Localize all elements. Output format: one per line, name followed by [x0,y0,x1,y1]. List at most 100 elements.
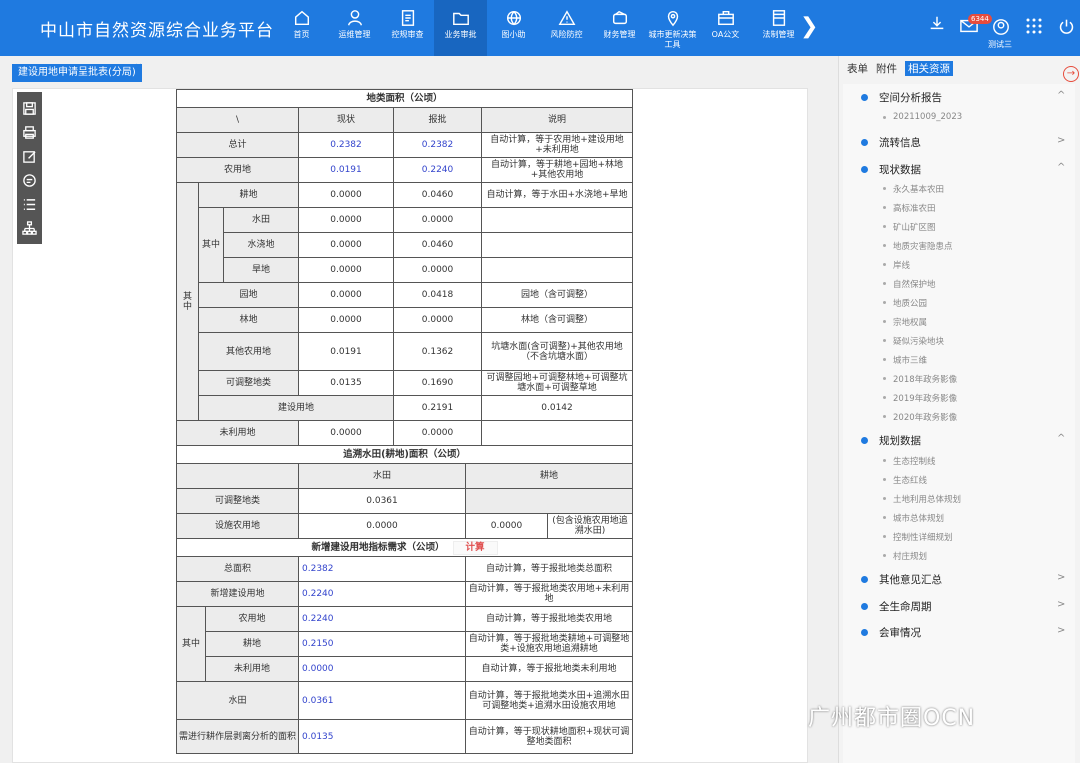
briefcase-icon [717,10,734,26]
forest-current-value[interactable]: 0.0000 [298,307,394,333]
nav-finance[interactable]: 财务管理 [593,0,646,56]
download-icon[interactable] [928,14,946,32]
dryland-note [480,257,634,283]
dryland-current-value[interactable]: 0.0000 [298,257,394,283]
dryland-approve-value[interactable]: 0.0000 [393,257,482,283]
unused-approve-value[interactable]: 0.0000 [393,420,482,446]
total-approve-value: 0.2382 [393,132,482,158]
paddy-current-value[interactable]: 0.0000 [298,207,394,233]
new-stripping-value: 0.0135 [298,719,466,754]
nav-home[interactable]: 首页 [275,0,328,56]
new-construction-value: 0.2240 [298,581,466,607]
save-icon[interactable] [21,99,39,117]
new-construction-table: 新增建设用地指标需求（公顷） 计算 总面积 0.2382 自动计算，等于报批地类总面积… [175,538,634,754]
book-icon [772,10,785,26]
tab-form[interactable]: 表单 [847,61,868,76]
trace-adjustable-arable [465,488,633,514]
total-current-value: 0.2382 [298,132,394,158]
nav-next-arrow-icon[interactable]: ❯ [800,14,818,39]
row-label-farmland: 农用地 [176,157,299,183]
nav-map-helper[interactable]: 图小助 [487,0,540,56]
forest-note: 林地（含可调整） [480,307,634,333]
orchard-current-value[interactable]: 0.0000 [298,282,394,308]
arable-note: 自动计算，等于水田+水浇地+旱地 [480,182,634,208]
bullet-icon [861,603,868,610]
chevron-right-icon[interactable]: > [1057,135,1065,146]
bullet-icon [861,166,868,173]
chevron-up-icon[interactable]: ^ [1057,162,1065,173]
trace-adjustable-paddy[interactable]: 0.0361 [298,488,466,514]
trace-header-arable: 耕地 [465,463,633,489]
document-tab[interactable]: 建设用地申请呈批表(分局) [12,64,142,82]
form-toolbar [17,92,42,244]
row-label-other-farm: 其他农用地 [198,332,299,371]
nav-review[interactable]: 控规审查 [381,0,434,56]
document-icon [401,10,414,26]
user-avatar-icon[interactable] [992,18,1010,36]
trace-facility-paddy[interactable]: 0.0000 [298,513,466,539]
sub-bullet [883,116,886,119]
irrigated-current-value[interactable]: 0.0000 [298,232,394,258]
chevron-right-icon[interactable]: > [1057,572,1065,583]
arable-approve-value[interactable]: 0.0460 [393,182,482,208]
chevron-right-icon[interactable]: > [1057,625,1065,636]
farmland-note: 自动计算，等于耕地+园地+林地+其他农用地 [480,157,634,183]
header-current: 现状 [298,107,394,133]
new-title: 新增建设用地指标需求（公顷） [311,541,445,553]
tab-attachments[interactable]: 附件 [876,61,897,76]
nav-risk[interactable]: 风险防控 [540,0,593,56]
tab-related-resources[interactable]: 相关资源 [905,61,953,76]
new-arable-note: 自动计算，等于报批地类耕地+可调整地类+设施农用地追溯耕地 [464,631,634,657]
unused-current-value[interactable]: 0.0000 [298,420,394,446]
collapse-panel-icon[interactable]: → [1063,66,1079,82]
comment-icon[interactable] [21,171,39,189]
print-icon[interactable] [21,123,39,141]
orchard-approve-value[interactable]: 0.0418 [393,282,482,308]
nav-ops[interactable]: 运维管理 [328,0,381,56]
row-label-orchard: 园地 [198,282,299,308]
edit-icon[interactable] [21,147,39,165]
username[interactable]: 测试三 [988,39,1012,50]
new-total-note: 自动计算，等于报批地类总面积 [464,556,634,582]
row-label-unused: 未利用地 [176,420,299,446]
other-farm-note: 坑塘水面(含可调整)+其他农用地（不含坑塘水面） [480,332,634,371]
new-row-unused-label: 未利用地 [205,656,299,682]
adjustable-note: 可调整园地+可调整林地+可调整坑塘水面+可调整草地 [480,370,634,396]
construction-current-value[interactable]: 0.2191 [393,395,482,421]
apps-grid-icon[interactable] [1026,18,1042,34]
chevron-up-icon[interactable]: ^ [1057,433,1065,444]
unused-note [480,420,634,446]
irrigated-approve-value[interactable]: 0.0460 [393,232,482,258]
row-label-arable: 耕地 [198,182,299,208]
paddy-approve-value[interactable]: 0.0000 [393,207,482,233]
trace-facility-arable[interactable]: 0.0000 [465,513,548,539]
nav-legal[interactable]: 法制管理 [752,0,805,56]
power-icon[interactable] [1058,18,1075,35]
qizhong-label: 其中 [176,182,199,421]
other-farm-approve-value[interactable]: 0.1362 [393,332,482,371]
new-row-paddy-label: 水田 [176,681,299,720]
arable-current-value[interactable]: 0.0000 [298,182,394,208]
forest-approve-value[interactable]: 0.0000 [393,307,482,333]
other-farm-current-value[interactable]: 0.0191 [298,332,394,371]
adjustable-approve-value[interactable]: 0.1690 [393,370,482,396]
location-icon [667,10,678,27]
org-tree-icon[interactable] [21,219,39,237]
new-unused-value: 0.0000 [298,656,466,682]
nav-business[interactable]: 业务审批 [434,0,487,56]
bullet-icon [861,139,868,146]
nav-oa[interactable]: OA公文 [699,0,752,56]
row-label-dryland: 旱地 [223,257,299,283]
adjustable-current-value[interactable]: 0.0135 [298,370,394,396]
calculate-button[interactable]: 计算 [452,540,498,555]
construction-approve-value[interactable]: 0.0142 [480,395,634,421]
total-note: 自动计算，等于农用地+建设用地+未利用地 [480,132,634,158]
chevron-right-icon[interactable]: > [1057,599,1065,610]
chevron-up-icon[interactable]: ^ [1057,90,1065,101]
home-icon [294,10,309,26]
trace-row-facility-label: 设施农用地 [176,513,299,539]
list-icon[interactable] [21,195,39,213]
nav-urban-renewal[interactable]: 城市更新决策工具 [646,0,699,56]
right-panel-tabs: 表单 附件 相关资源 [847,61,961,76]
close-tab-icon[interactable]: × [135,62,143,72]
